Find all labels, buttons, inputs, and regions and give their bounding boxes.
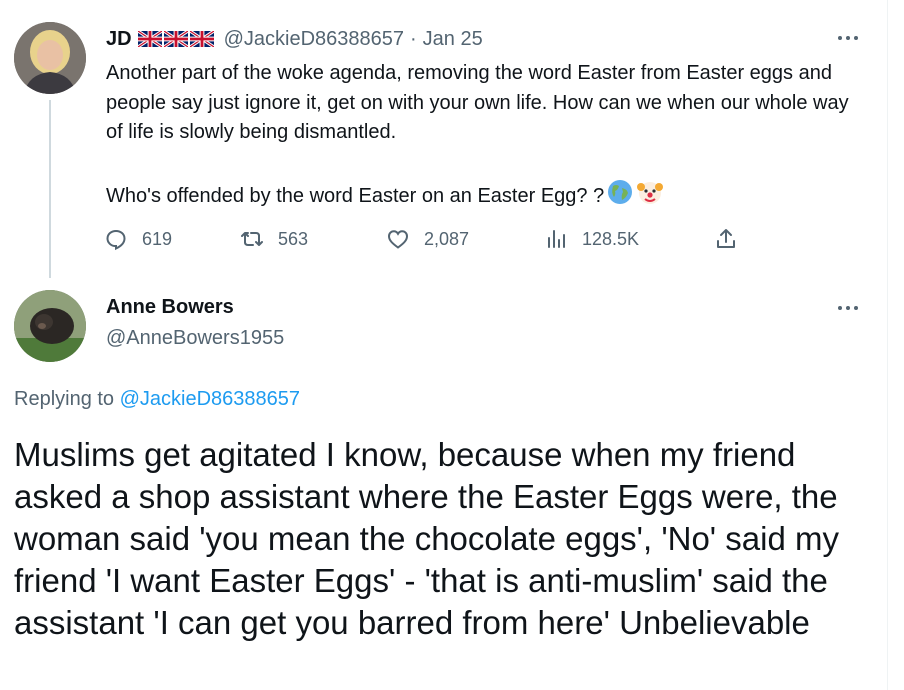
- globe-emoji-icon: [607, 179, 633, 215]
- more-dot-icon: [854, 36, 858, 40]
- replying-to-prefix: Replying to: [14, 388, 115, 410]
- parent-tweet-paragraph-1: Another part of the woke agenda, removin…: [106, 62, 849, 143]
- parent-author-handle[interactable]: @JackieD86388657: [224, 28, 404, 51]
- reply-count: 619: [142, 228, 173, 249]
- views-button[interactable]: 128.5K: [544, 224, 639, 254]
- clown-emoji-icon: [636, 178, 664, 216]
- views-count: 128.5K: [582, 228, 640, 249]
- views-chart-icon: [548, 230, 565, 248]
- avatar-anne-bowers[interactable]: [14, 290, 86, 362]
- uk-flag-icon: [189, 31, 214, 47]
- share-button[interactable]: [714, 224, 752, 254]
- reply-icon: [106, 229, 126, 251]
- uk-flag-icon: [163, 31, 188, 47]
- parent-tweet-date[interactable]: Jan 25: [423, 28, 483, 51]
- uk-flag-icon: [137, 31, 162, 47]
- parent-more-options-button[interactable]: [828, 26, 868, 50]
- reply-author-handle[interactable]: @AnneBowers1955: [106, 327, 284, 350]
- column-border: [887, 0, 888, 690]
- replying-to-handle-link[interactable]: @JackieD86388657: [120, 388, 300, 410]
- more-dot-icon: [846, 36, 850, 40]
- reply-author-name[interactable]: Anne Bowers: [106, 296, 234, 319]
- retweet-icon: [241, 232, 263, 246]
- reply-tweet-text: Muslims get agitated I know, because whe…: [14, 436, 839, 641]
- retweet-count: 563: [278, 228, 309, 249]
- parent-author-name[interactable]: JD: [106, 28, 132, 51]
- parent-tweet-paragraph-2: Who's offended by the word Easter on an …: [106, 184, 605, 207]
- share-icon: [717, 229, 735, 248]
- more-dot-icon: [846, 306, 850, 310]
- more-dot-icon: [854, 306, 858, 310]
- retweet-button[interactable]: 563: [240, 224, 308, 254]
- parent-tweet-paragraph-2-line: Who's offended by the word Easter on an …: [106, 178, 866, 216]
- like-button[interactable]: 2,087: [386, 224, 469, 254]
- heart-icon: [387, 230, 409, 249]
- parent-tweet-text: Another part of the woke agenda, removin…: [106, 59, 866, 215]
- more-dot-icon: [838, 306, 842, 310]
- avatar-jd[interactable]: [14, 22, 86, 94]
- like-count: 2,087: [424, 228, 470, 249]
- header-separator: ·: [410, 27, 417, 50]
- parent-tweet-header: JD @JackieD86388657 · Jan 25: [106, 26, 483, 52]
- reply-more-options-button[interactable]: [828, 296, 868, 320]
- uk-flags: [137, 31, 216, 47]
- parent-tweet-actions: 619 563 2,087 128.5K: [104, 224, 754, 254]
- replying-to-line: Replying to @JackieD86388657: [14, 388, 300, 411]
- reply-button[interactable]: 619: [104, 224, 172, 254]
- more-dot-icon: [838, 36, 842, 40]
- thread-connector-line: [49, 100, 51, 278]
